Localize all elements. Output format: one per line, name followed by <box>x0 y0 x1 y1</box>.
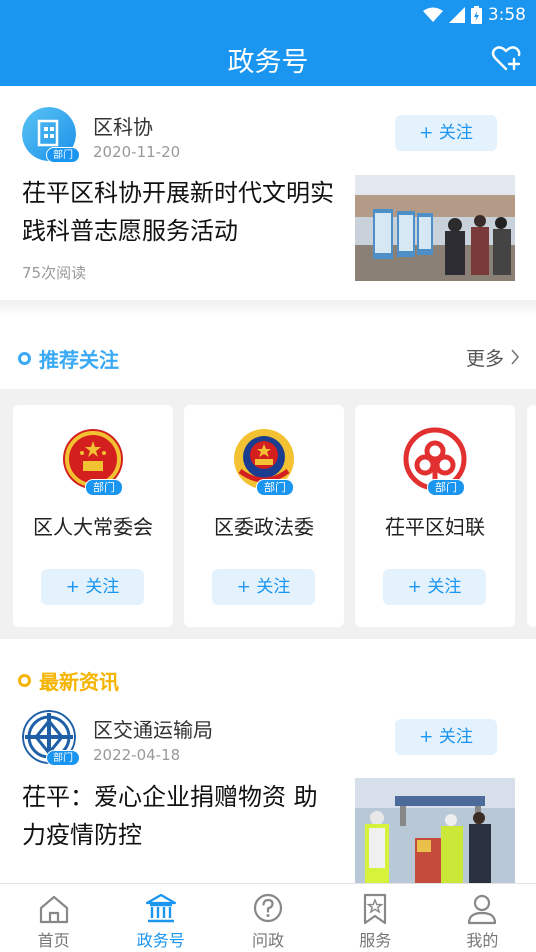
source-name: 区科协 <box>93 115 153 139</box>
follow-button[interactable]: + 关注 <box>41 569 144 605</box>
recommend-name: 区人大常委会 <box>33 515 153 539</box>
article-thumbnail[interactable] <box>355 175 515 281</box>
article-headline[interactable]: 茌平区科协开展新时代文明实践科普志愿服务活动 <box>22 174 340 250</box>
question-icon <box>253 893 283 923</box>
status-time: 3:58 <box>487 5 526 25</box>
recommend-card-3[interactable]: 部门 茌平区妇联 + 关注 <box>355 405 515 627</box>
recommend-carousel[interactable]: 部门 区人大常委会 + 关注 部门 区委政法委 + 关注 部门 茌平区妇联 + … <box>0 389 536 639</box>
article-headline[interactable]: 茌平：爱心企业捐赠物资 助力疫情防控 <box>22 778 340 854</box>
bottom-tab-bar: 首页 政务号 问政 服务 我的 <box>0 883 536 952</box>
tab-label: 首页 <box>37 931 70 950</box>
government-building-icon <box>145 893 176 923</box>
section-ring-icon <box>18 352 31 365</box>
user-icon <box>468 894 497 925</box>
tab-label: 服务 <box>359 931 392 950</box>
publish-date: 2020-11-20 <box>93 143 181 161</box>
section-ring-icon <box>18 674 31 687</box>
tab-services[interactable]: 服务 <box>322 884 429 952</box>
tab-mine[interactable]: 我的 <box>429 884 536 952</box>
home-icon <box>39 895 68 924</box>
signal-icon <box>448 7 465 23</box>
tab-label: 我的 <box>466 931 499 950</box>
department-badge: 部门 <box>256 479 294 496</box>
recommend-name: 茌平区妇联 <box>385 515 485 539</box>
tab-label: 政务号 <box>136 931 185 950</box>
follow-button[interactable]: + 关注 <box>383 569 486 605</box>
more-link[interactable]: 更多 <box>466 344 520 371</box>
read-count: 75次阅读 <box>22 264 87 282</box>
status-bar: 3:58 <box>0 0 536 30</box>
title-bar: 政务号 <box>0 30 536 86</box>
bookmark-star-icon <box>364 893 387 925</box>
tab-label: 问政 <box>252 931 285 950</box>
follow-button[interactable]: + 关注 <box>212 569 315 605</box>
department-badge: 部门 <box>46 750 80 766</box>
page-title: 政务号 <box>227 47 309 78</box>
news-title-text: 最新资讯 <box>39 670 119 694</box>
article-thumbnail[interactable] <box>355 778 515 883</box>
tab-home[interactable]: 首页 <box>0 884 107 952</box>
recommend-section-title: 推荐关注 <box>18 344 119 373</box>
department-badge: 部门 <box>427 479 465 496</box>
chevron-right-icon <box>511 349 520 365</box>
battery-icon <box>470 6 482 24</box>
article-source-header[interactable]: 部门 区交通运输局 2022-04-18 + 关注 <box>22 710 516 766</box>
more-label: 更多 <box>465 348 504 370</box>
wifi-icon <box>422 7 443 22</box>
favorite-add-icon[interactable] <box>490 42 522 74</box>
follow-button[interactable]: + 关注 <box>395 719 497 755</box>
recommend-card-1[interactable]: 部门 区人大常委会 + 关注 <box>13 405 173 627</box>
department-badge: 部门 <box>46 147 80 163</box>
news-section-title: 最新资讯 <box>18 666 119 695</box>
tab-inquiry[interactable]: 问政 <box>214 884 321 952</box>
department-badge: 部门 <box>85 479 123 496</box>
recommend-card-2[interactable]: 部门 区委政法委 + 关注 <box>184 405 344 627</box>
article-source-header[interactable]: 部门 区科协 2020-11-20 + 关注 <box>22 107 516 163</box>
divider-shadow <box>0 300 536 318</box>
recommend-card-next-peek[interactable] <box>527 405 536 627</box>
recommend-name: 区委政法委 <box>214 515 314 539</box>
content-area[interactable]: 部门 区科协 2020-11-20 + 关注 茌平区科协开展新时代文明实践科普志… <box>0 86 536 883</box>
follow-button[interactable]: + 关注 <box>395 115 497 151</box>
source-name: 区交通运输局 <box>93 718 213 742</box>
tab-government[interactable]: 政务号 <box>107 884 214 952</box>
recommend-title-text: 推荐关注 <box>39 348 119 372</box>
publish-date: 2022-04-18 <box>93 746 181 764</box>
